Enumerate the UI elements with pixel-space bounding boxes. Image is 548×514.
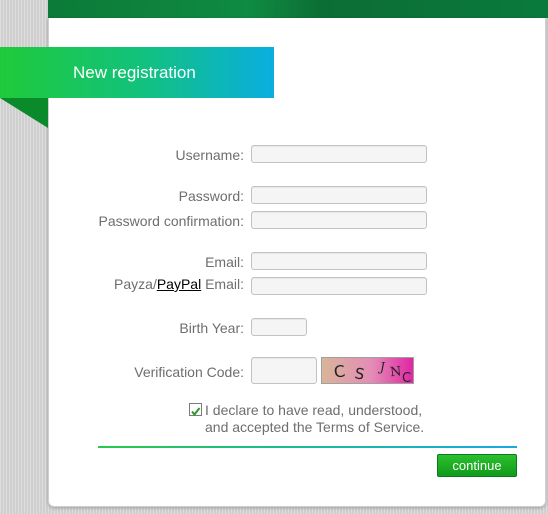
captcha-char-5: C xyxy=(402,371,411,384)
password-input[interactable] xyxy=(251,186,427,204)
continue-button[interactable]: continue xyxy=(437,454,517,477)
captcha-char-4: N xyxy=(389,364,402,380)
password-label: Password: xyxy=(178,188,244,204)
captcha-image: C S J N C xyxy=(321,357,414,384)
payment-email-label: Payza/PayPal Email: xyxy=(114,276,244,292)
username-label: Username: xyxy=(175,147,244,163)
birth-year-input[interactable] xyxy=(251,318,307,336)
checkmark-icon xyxy=(191,407,201,417)
payment-email-input[interactable] xyxy=(251,277,427,295)
captcha-char-2: S xyxy=(353,364,366,383)
page-title-banner: New registration xyxy=(0,47,274,98)
password-confirmation-label: Password confirmation: xyxy=(98,213,244,229)
verification-code-label: Verification Code: xyxy=(134,364,244,380)
captcha-glyphs: C S J N C xyxy=(333,360,411,384)
paypal-link[interactable]: PayPal xyxy=(157,276,201,292)
captcha-char-3: J xyxy=(377,360,386,374)
terms-line-1: I declare to have read, understood, xyxy=(205,402,423,418)
verification-code-input[interactable] xyxy=(251,357,317,384)
terms-checkbox[interactable] xyxy=(189,403,202,417)
captcha-char-1: C xyxy=(333,361,347,381)
password-confirmation-input[interactable] xyxy=(251,211,427,229)
payment-email-label-prefix: Payza/ xyxy=(114,276,157,292)
terms-text: I declare to have read, understood, and … xyxy=(205,402,424,436)
form-divider xyxy=(98,446,517,448)
email-label: Email: xyxy=(205,254,244,270)
username-input[interactable] xyxy=(251,145,427,163)
payment-email-label-suffix: Email: xyxy=(201,276,244,292)
birth-year-label: Birth Year: xyxy=(179,320,244,336)
email-input[interactable] xyxy=(251,252,427,270)
banner-fold xyxy=(0,98,48,128)
page-title: New registration xyxy=(73,63,196,82)
terms-line-2: and accepted the Terms of Service. xyxy=(205,419,425,435)
top-header-strip xyxy=(48,0,548,18)
